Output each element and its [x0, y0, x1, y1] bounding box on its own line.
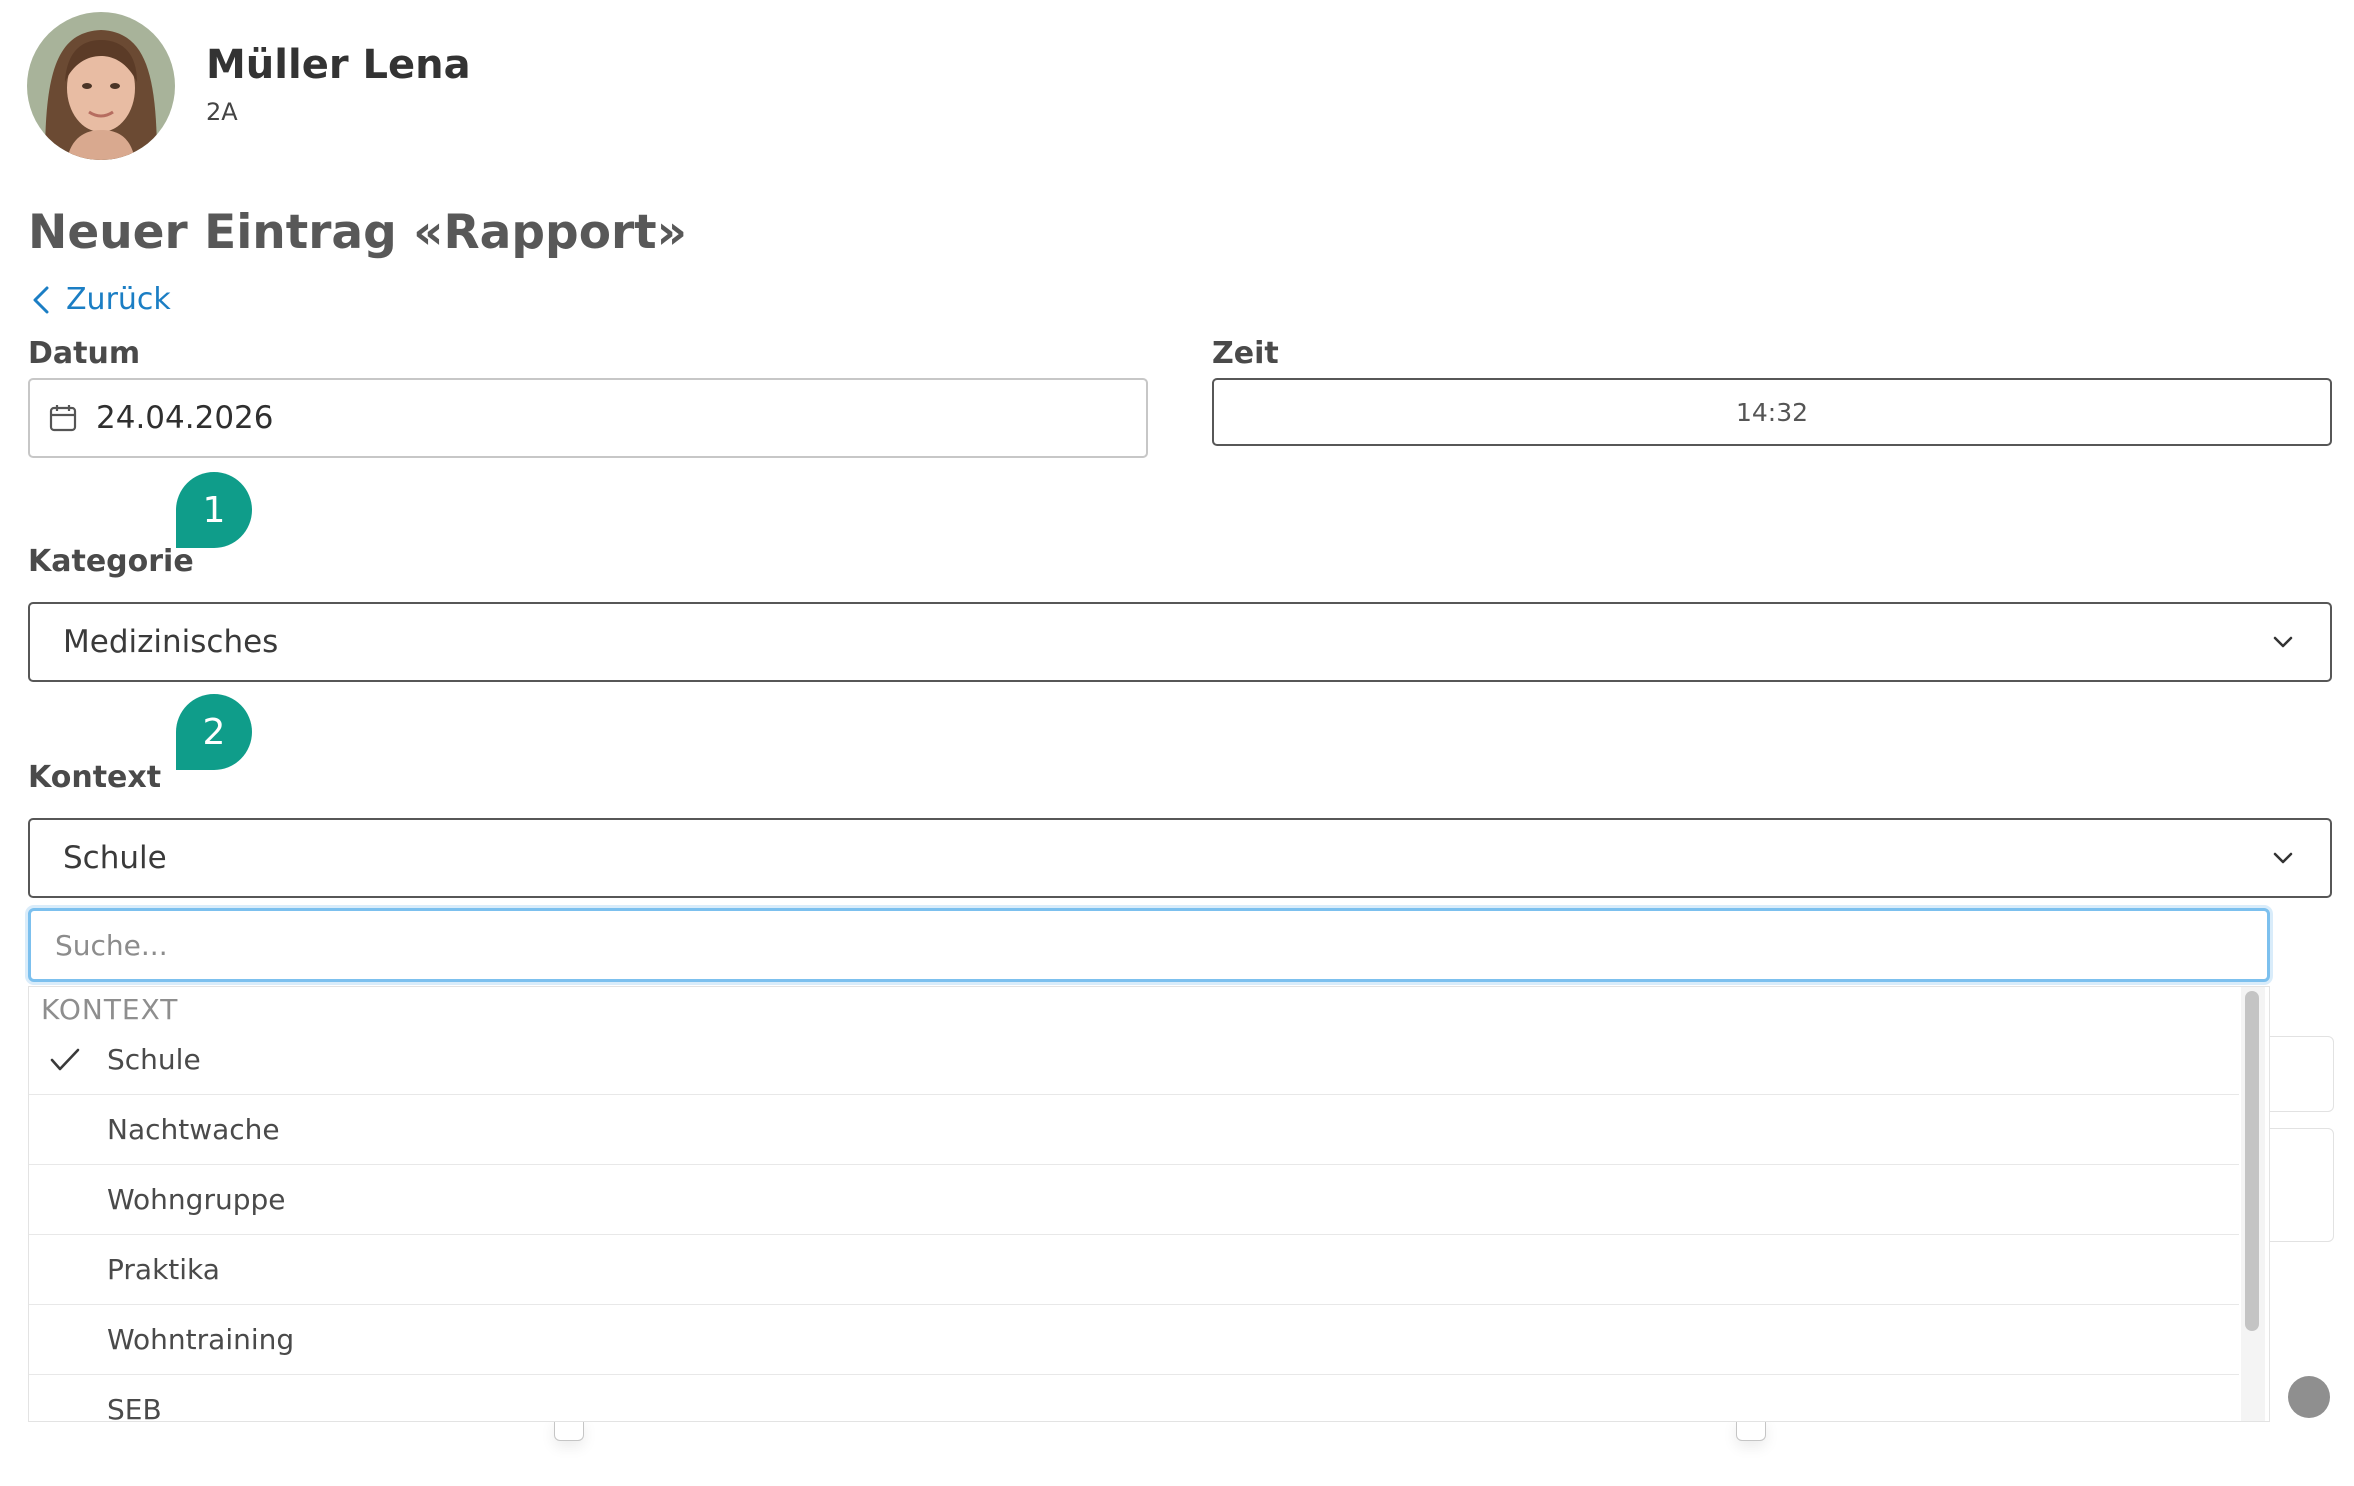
group-label: KONTEXT — [41, 993, 179, 1026]
chevron-down-icon — [2273, 636, 2293, 648]
calendar-icon — [49, 405, 77, 432]
step-marker-1: 1 — [176, 472, 252, 548]
student-class: 2A — [206, 98, 238, 126]
date-value: 24.04.2026 — [96, 400, 274, 436]
category-label: Kategorie — [28, 544, 194, 579]
context-select[interactable]: Schule — [28, 818, 2332, 898]
option-wohntraining[interactable]: Wohntraining — [29, 1305, 2239, 1375]
back-link-label: Zurück — [66, 282, 171, 317]
option-praktika[interactable]: Praktika — [29, 1235, 2239, 1305]
option-wohngruppe[interactable]: Wohngruppe — [29, 1165, 2239, 1235]
student-name: Müller Lena — [206, 42, 471, 88]
category-select[interactable]: Medizinisches — [28, 602, 2332, 682]
step-marker-2: 2 — [176, 694, 252, 770]
scrollbar-thumb[interactable] — [2245, 991, 2259, 1331]
context-value: Schule — [63, 840, 167, 876]
avatar — [27, 12, 175, 160]
avatar-photo — [27, 12, 175, 160]
option-label: Wohntraining — [107, 1323, 295, 1356]
option-seb[interactable]: SEB — [29, 1375, 2239, 1422]
time-field[interactable]: 14:32 — [1212, 378, 2332, 446]
option-label: Praktika — [107, 1253, 220, 1286]
option-label: Wohngruppe — [107, 1183, 286, 1216]
status-dot — [2288, 1376, 2330, 1418]
option-schule[interactable]: Schule — [29, 1025, 2239, 1095]
back-link[interactable]: Zurück — [32, 282, 171, 317]
time-label: Zeit — [1212, 336, 1279, 371]
context-dropdown-menu: KONTEXT Schule Nachtwache Wohngruppe Pra… — [28, 986, 2270, 1422]
category-value: Medizinisches — [63, 624, 279, 660]
chevron-left-icon — [33, 286, 49, 313]
option-label: Schule — [107, 1043, 201, 1076]
option-nachtwache[interactable]: Nachtwache — [29, 1095, 2239, 1165]
context-label: Kontext — [28, 760, 162, 795]
date-label: Datum — [28, 336, 141, 371]
date-field[interactable]: 24.04.2026 — [28, 378, 1148, 458]
page-title: Neuer Eintrag «Rapport» — [28, 205, 687, 260]
option-label: SEB — [107, 1393, 162, 1422]
option-label: Nachtwache — [107, 1113, 280, 1146]
search-input[interactable] — [28, 908, 2270, 982]
checkmark-icon — [50, 1048, 80, 1070]
chevron-down-icon — [2273, 852, 2293, 864]
